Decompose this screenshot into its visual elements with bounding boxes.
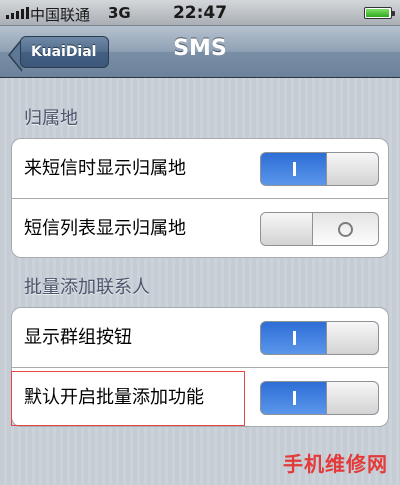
setting-label: 显示群组按钮 (24, 327, 132, 348)
toggle-knob[interactable] (326, 382, 378, 414)
settings-group-location: 来短信时显示归属地 短信列表显示归属地 (11, 138, 389, 258)
watermark: 手机维修网 (283, 452, 388, 476)
toggle-show-group-button[interactable] (260, 321, 379, 355)
section-header-batch-add: 批量添加联系人 (24, 277, 150, 298)
page-title: SMS (173, 36, 227, 61)
toggle-on-indicator (292, 331, 296, 345)
section-header-location: 归属地 (24, 108, 78, 129)
battery-level (366, 9, 389, 17)
toggle-show-location-on-sms[interactable] (260, 152, 379, 186)
status-bar: 中国联通 3G 22:47 (0, 0, 400, 26)
toggle-knob[interactable] (326, 322, 378, 354)
setting-label: 来短信时显示归属地 (24, 158, 186, 179)
setting-row-show-location-in-list: 短信列表显示归属地 (12, 198, 388, 257)
toggle-knob[interactable] (326, 153, 378, 185)
highlight-annotation-box (11, 371, 245, 426)
setting-row-show-group-button: 显示群组按钮 (12, 308, 388, 367)
setting-label: 短信列表显示归属地 (24, 218, 186, 239)
battery-icon (364, 7, 395, 19)
navigation-bar: KuaiDial SMS (0, 26, 400, 78)
toggle-off-indicator (337, 221, 353, 237)
toggle-on-indicator (292, 162, 296, 176)
toggle-show-location-in-list[interactable] (260, 212, 379, 246)
setting-row-show-location-on-sms: 来短信时显示归属地 (12, 139, 388, 198)
toggle-knob[interactable] (261, 213, 313, 245)
toggle-on-indicator (292, 391, 296, 405)
toggle-default-batch-add[interactable] (260, 381, 379, 415)
status-time: 22:47 (172, 3, 228, 23)
